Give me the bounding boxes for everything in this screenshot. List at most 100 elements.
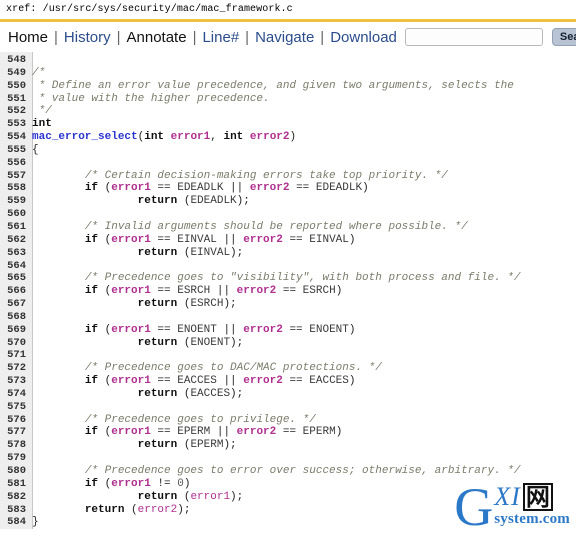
code-line: 549/*: [0, 67, 576, 80]
line-number[interactable]: 580: [0, 465, 32, 478]
line-number[interactable]: 560: [0, 208, 32, 221]
code-token-variable: error2: [137, 503, 178, 516]
code-token-punct: (: [98, 426, 112, 439]
line-number[interactable]: 570: [0, 337, 32, 350]
code-line: 565 /* Precedence goes to "visibility", …: [0, 272, 576, 285]
code-token-function[interactable]: mac_error_select: [32, 131, 138, 143]
code-line: 563 return (EINVAL);: [0, 247, 576, 260]
line-number[interactable]: 564: [0, 260, 32, 273]
code-line: 557 /* Certain decision-making errors ta…: [0, 170, 576, 183]
code-token-punct: ): [348, 233, 356, 246]
line-number[interactable]: 584: [0, 516, 32, 529]
line-number[interactable]: 566: [0, 285, 32, 298]
line-number[interactable]: 548: [0, 54, 32, 67]
code-token-punct: ,: [210, 131, 224, 144]
line-number[interactable]: 581: [0, 478, 32, 491]
code-token-comment: /* Precedence goes to privilege. */: [84, 413, 316, 426]
line-number[interactable]: 565: [0, 272, 32, 285]
code-token-punct: (: [177, 387, 191, 400]
line-number[interactable]: 577: [0, 426, 32, 439]
code-line: 576 /* Precedence goes to privilege. */: [0, 414, 576, 427]
code-token-macro: EPERM: [190, 439, 224, 452]
code-token-keyword: if: [84, 323, 99, 336]
code-line-content: if (error1 == EACCES || error2 == EACCES…: [32, 375, 356, 388]
line-number[interactable]: 567: [0, 298, 32, 311]
search-button[interactable]: Search: [551, 28, 576, 46]
code-token-keyword: int: [223, 131, 244, 144]
line-number[interactable]: 578: [0, 439, 32, 452]
code-token-macro: EINVAL: [309, 233, 349, 246]
menu-link-annotate[interactable]: Annotate: [125, 29, 189, 46]
code-token-variable: error2: [243, 323, 283, 336]
code-token-punct: [32, 337, 138, 349]
code-line: 556: [0, 157, 576, 170]
code-token-punct: [32, 465, 85, 477]
code-token-punct: ==: [150, 233, 178, 246]
line-number[interactable]: 575: [0, 401, 32, 414]
line-number[interactable]: 561: [0, 221, 32, 234]
code-token-punct: (: [177, 490, 191, 503]
menu-link-home[interactable]: Home: [6, 29, 50, 46]
line-number[interactable]: 583: [0, 504, 32, 517]
line-number[interactable]: 572: [0, 362, 32, 375]
code-token-comment: /* Precedence goes to "visibility", with…: [84, 272, 521, 285]
line-number[interactable]: 549: [0, 67, 32, 80]
line-number[interactable]: 562: [0, 234, 32, 247]
code-line: 555{: [0, 144, 576, 157]
code-line-content: /* Certain decision-making errors take t…: [32, 170, 448, 183]
code-token-punct: ): [362, 182, 369, 195]
line-number[interactable]: 556: [0, 157, 32, 170]
line-number[interactable]: 550: [0, 80, 32, 93]
line-number[interactable]: 551: [0, 93, 32, 106]
line-number[interactable]: 552: [0, 105, 32, 118]
code-line-content: /*: [32, 67, 45, 80]
line-number[interactable]: 571: [0, 349, 32, 362]
line-number[interactable]: 553: [0, 118, 32, 131]
code-line-content: /* Precedence goes to DAC/MAC protection…: [32, 362, 382, 375]
line-number[interactable]: 555: [0, 144, 32, 157]
code-token-punct: (: [177, 336, 191, 349]
code-token-punct: [32, 298, 138, 310]
line-number[interactable]: 569: [0, 324, 32, 337]
code-token-punct: [32, 426, 85, 438]
code-token-variable: error2: [236, 285, 277, 298]
line-number[interactable]: 558: [0, 182, 32, 195]
navigation-menubar: Home | History | Annotate | Line# | Navigate | Dow…: [0, 22, 576, 52]
code-token-keyword: return: [137, 246, 178, 259]
code-line-content: if (error1 == EINVAL || error2 == EINVAL…: [32, 233, 356, 247]
code-line: 571: [0, 349, 576, 362]
menu-link-download[interactable]: Download: [328, 29, 399, 46]
line-number[interactable]: 557: [0, 170, 32, 183]
menu-link-line[interactable]: Line#: [200, 29, 241, 46]
code-line-content: mac_error_select(int error1, int error2): [32, 131, 296, 144]
code-line: 566 if (error1 == ESRCH || error2 == ESR…: [0, 285, 576, 298]
code-token-comment: * value with the higher precedence.: [32, 92, 270, 105]
code-token-punct: ): [183, 477, 191, 490]
code-token-punct: ==: [289, 182, 316, 195]
menu-link-history[interactable]: History: [62, 29, 113, 46]
menu-link-navigate[interactable]: Navigate: [253, 29, 316, 46]
code-token-macro: EACCES: [190, 387, 231, 400]
code-line-content: return (EDEADLK);: [32, 195, 250, 208]
code-line: 582 return (error1);: [0, 491, 576, 504]
code-token-variable: error2: [243, 233, 283, 246]
code-token-punct: );: [223, 439, 237, 452]
code-token-punct: );: [236, 195, 250, 208]
line-number[interactable]: 582: [0, 491, 32, 504]
code-token-keyword: if: [84, 375, 99, 388]
line-number[interactable]: 563: [0, 247, 32, 260]
line-number[interactable]: 559: [0, 195, 32, 208]
search-input[interactable]: [404, 28, 543, 46]
code-token-punct: [32, 414, 85, 426]
code-token-keyword: if: [84, 233, 99, 246]
line-number[interactable]: 554: [0, 131, 32, 144]
line-number[interactable]: 576: [0, 414, 32, 427]
code-token-keyword: return: [137, 490, 178, 503]
code-token-punct: }: [32, 516, 39, 529]
line-number[interactable]: 574: [0, 388, 32, 401]
line-number[interactable]: 573: [0, 375, 32, 388]
menu-separator: |: [54, 28, 58, 46]
code-token-punct: ): [335, 285, 343, 298]
line-number[interactable]: 568: [0, 311, 32, 324]
line-number[interactable]: 579: [0, 452, 32, 465]
